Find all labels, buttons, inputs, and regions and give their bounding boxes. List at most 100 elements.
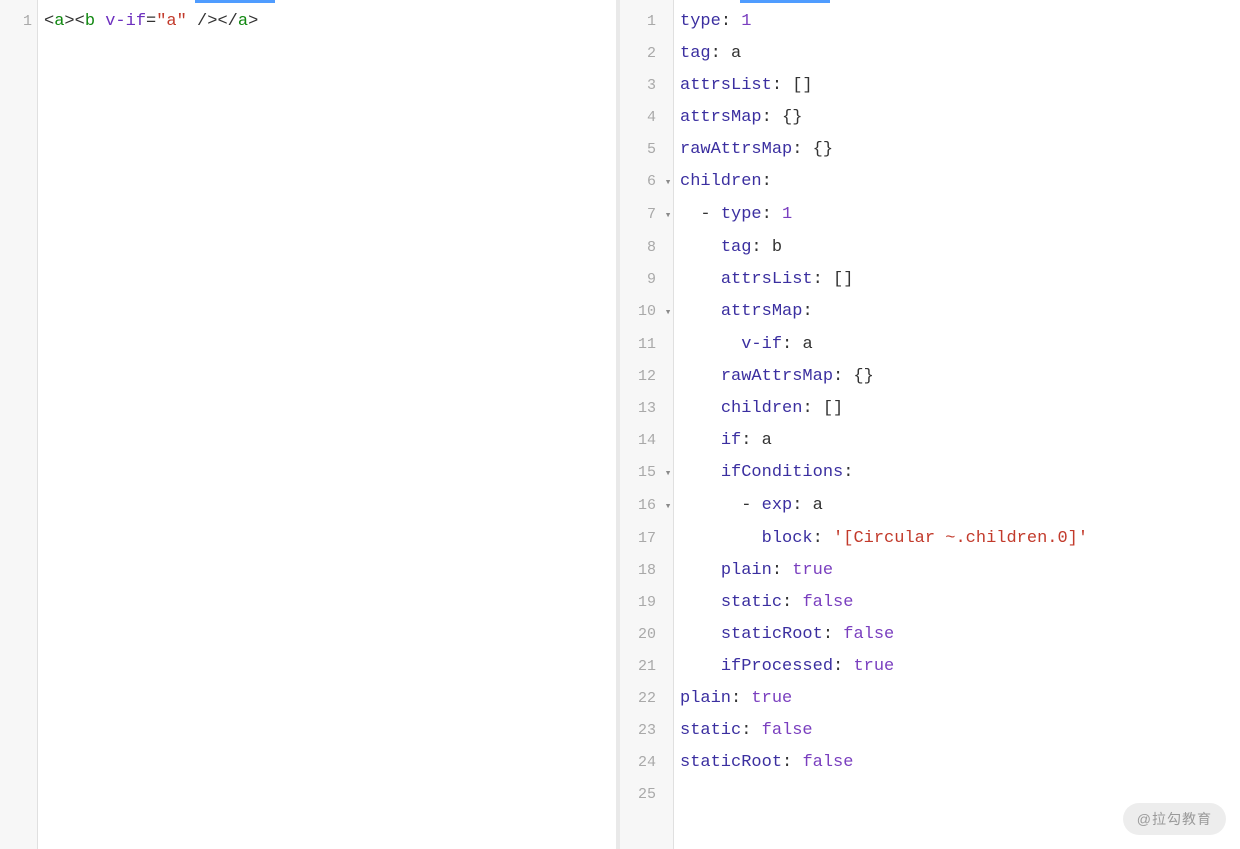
code-line[interactable]: 6▾children:	[620, 166, 1240, 199]
code-line[interactable]: 12 rawAttrsMap: {}	[620, 361, 1240, 393]
code-content[interactable]: rawAttrsMap: {}	[674, 134, 1240, 166]
token-punct: : {}	[762, 108, 803, 127]
fold-toggle-icon[interactable]: ▾	[662, 458, 674, 490]
token-punct: : {}	[792, 140, 833, 159]
code-content[interactable]: staticRoot: false	[674, 747, 1240, 779]
code-line[interactable]: 23static: false	[620, 715, 1240, 747]
token-punct: >	[64, 12, 74, 31]
code-content[interactable]: children: []	[674, 393, 1240, 425]
fold-toggle-icon[interactable]: ▾	[662, 491, 674, 523]
fold-toggle-icon[interactable]: ▾	[662, 297, 674, 329]
token-punct: :	[731, 689, 751, 708]
code-line[interactable]: 15▾ ifConditions:	[620, 457, 1240, 490]
left-editor-pane[interactable]: 1<a><b v-if="a" /></a>	[0, 0, 620, 849]
token-key: tag	[721, 238, 752, 257]
code-line[interactable]: 1<a><b v-if="a" /></a>	[0, 6, 616, 38]
code-content[interactable]: if: a	[674, 425, 1240, 457]
line-number: 1	[0, 6, 38, 38]
token-key: attrsMap	[721, 302, 803, 321]
token-plain: a	[731, 44, 741, 63]
code-line[interactable]: 11 v-if: a	[620, 329, 1240, 361]
token-key: plain	[721, 561, 772, 580]
token-key: ifConditions	[721, 463, 843, 482]
code-content[interactable]: <a><b v-if="a" /></a>	[38, 6, 616, 38]
fold-toggle-icon[interactable]: ▾	[662, 200, 674, 232]
token-plain	[680, 561, 721, 580]
code-content[interactable]: plain: true	[674, 683, 1240, 715]
code-content[interactable]: type: 1	[674, 6, 1240, 38]
token-str: '[Circular ~.children.0]'	[833, 529, 1088, 548]
code-line[interactable]: 3 attrsList: []	[620, 70, 1240, 102]
code-line[interactable]: 2 tag: a	[620, 38, 1240, 70]
token-punct: =	[146, 12, 156, 31]
token-bool: false	[802, 593, 853, 612]
code-line[interactable]: 14 if: a	[620, 425, 1240, 457]
code-content[interactable]: - type: 1	[674, 199, 1240, 231]
code-line[interactable]: 20 staticRoot: false	[620, 619, 1240, 651]
left-code-area[interactable]: 1<a><b v-if="a" /></a>	[0, 6, 616, 38]
token-dash: -	[700, 205, 720, 224]
token-key: v-if	[741, 335, 782, 354]
code-line[interactable]: 13 children: []	[620, 393, 1240, 425]
code-line[interactable]: 17 block: '[Circular ~.children.0]'	[620, 523, 1240, 555]
token-punct: :	[782, 593, 802, 612]
token-punct: :	[802, 302, 812, 321]
token-plain	[95, 12, 105, 31]
code-content[interactable]: - exp: a	[674, 490, 1240, 522]
code-line[interactable]: 22 plain: true	[620, 683, 1240, 715]
code-content[interactable]: ifProcessed: true	[674, 651, 1240, 683]
code-content[interactable]: ifConditions:	[674, 457, 1240, 489]
token-punct: :	[741, 431, 761, 450]
token-punct: : []	[772, 76, 813, 95]
code-line[interactable]: 5 rawAttrsMap: {}	[620, 134, 1240, 166]
right-code-area[interactable]: 1type: 12tag: a3attrsList: []4attrsMap: …	[620, 6, 1240, 811]
code-line[interactable]: 7▾ - type: 1	[620, 199, 1240, 232]
line-number: 18	[620, 555, 662, 587]
code-line[interactable]: 24staticRoot: false	[620, 747, 1240, 779]
line-number: 22	[620, 683, 662, 715]
code-line[interactable]: 4attrsMap: {}	[620, 102, 1240, 134]
line-number: 8	[620, 232, 662, 264]
code-content[interactable]: static: false	[674, 587, 1240, 619]
code-line[interactable]: 16▾ - exp: a	[620, 490, 1240, 523]
line-number: 20	[620, 619, 662, 651]
code-line[interactable]: 25	[620, 779, 1240, 811]
tab-indicator-left	[195, 0, 275, 3]
line-number: 5	[620, 134, 662, 166]
token-punct: :	[843, 463, 853, 482]
code-content[interactable]: attrsList: []	[674, 70, 1240, 102]
line-number: 3	[620, 70, 662, 102]
code-content[interactable]: v-if: a	[674, 329, 1240, 361]
code-line[interactable]: 10▾ attrsMap:	[620, 296, 1240, 329]
code-content[interactable]: static: false	[674, 715, 1240, 747]
code-content[interactable]: attrsMap: {}	[674, 102, 1240, 134]
token-key: rawAttrsMap	[721, 367, 833, 386]
code-content[interactable]: rawAttrsMap: {}	[674, 361, 1240, 393]
code-content[interactable]: plain: true	[674, 555, 1240, 587]
code-line[interactable]: 9 attrsList: []	[620, 264, 1240, 296]
code-content[interactable]: tag: b	[674, 232, 1240, 264]
token-punct: :	[813, 529, 833, 548]
code-content[interactable]: attrsList: []	[674, 264, 1240, 296]
token-tag: b	[85, 12, 95, 31]
right-editor-pane[interactable]: 1type: 12tag: a3attrsList: []4attrsMap: …	[620, 0, 1240, 849]
token-plain: a	[802, 335, 812, 354]
code-content[interactable]: block: '[Circular ~.children.0]'	[674, 523, 1240, 555]
code-line[interactable]: 8 tag: b	[620, 232, 1240, 264]
fold-toggle-icon[interactable]: ▾	[662, 167, 674, 199]
code-content[interactable]: tag: a	[674, 38, 1240, 70]
token-punct: :	[721, 12, 741, 31]
line-number: 13	[620, 393, 662, 425]
code-line[interactable]: 1type: 1	[620, 6, 1240, 38]
token-bool: true	[853, 657, 894, 676]
token-bool: true	[792, 561, 833, 580]
code-content[interactable]: children:	[674, 166, 1240, 198]
code-line[interactable]: 21 ifProcessed: true	[620, 651, 1240, 683]
token-punct: :	[762, 172, 772, 191]
line-number: 2	[620, 38, 662, 70]
code-line[interactable]: 19 static: false	[620, 587, 1240, 619]
code-line[interactable]: 18 plain: true	[620, 555, 1240, 587]
code-content[interactable]: staticRoot: false	[674, 619, 1240, 651]
code-content[interactable]: attrsMap:	[674, 296, 1240, 328]
line-number: 7	[620, 199, 662, 231]
